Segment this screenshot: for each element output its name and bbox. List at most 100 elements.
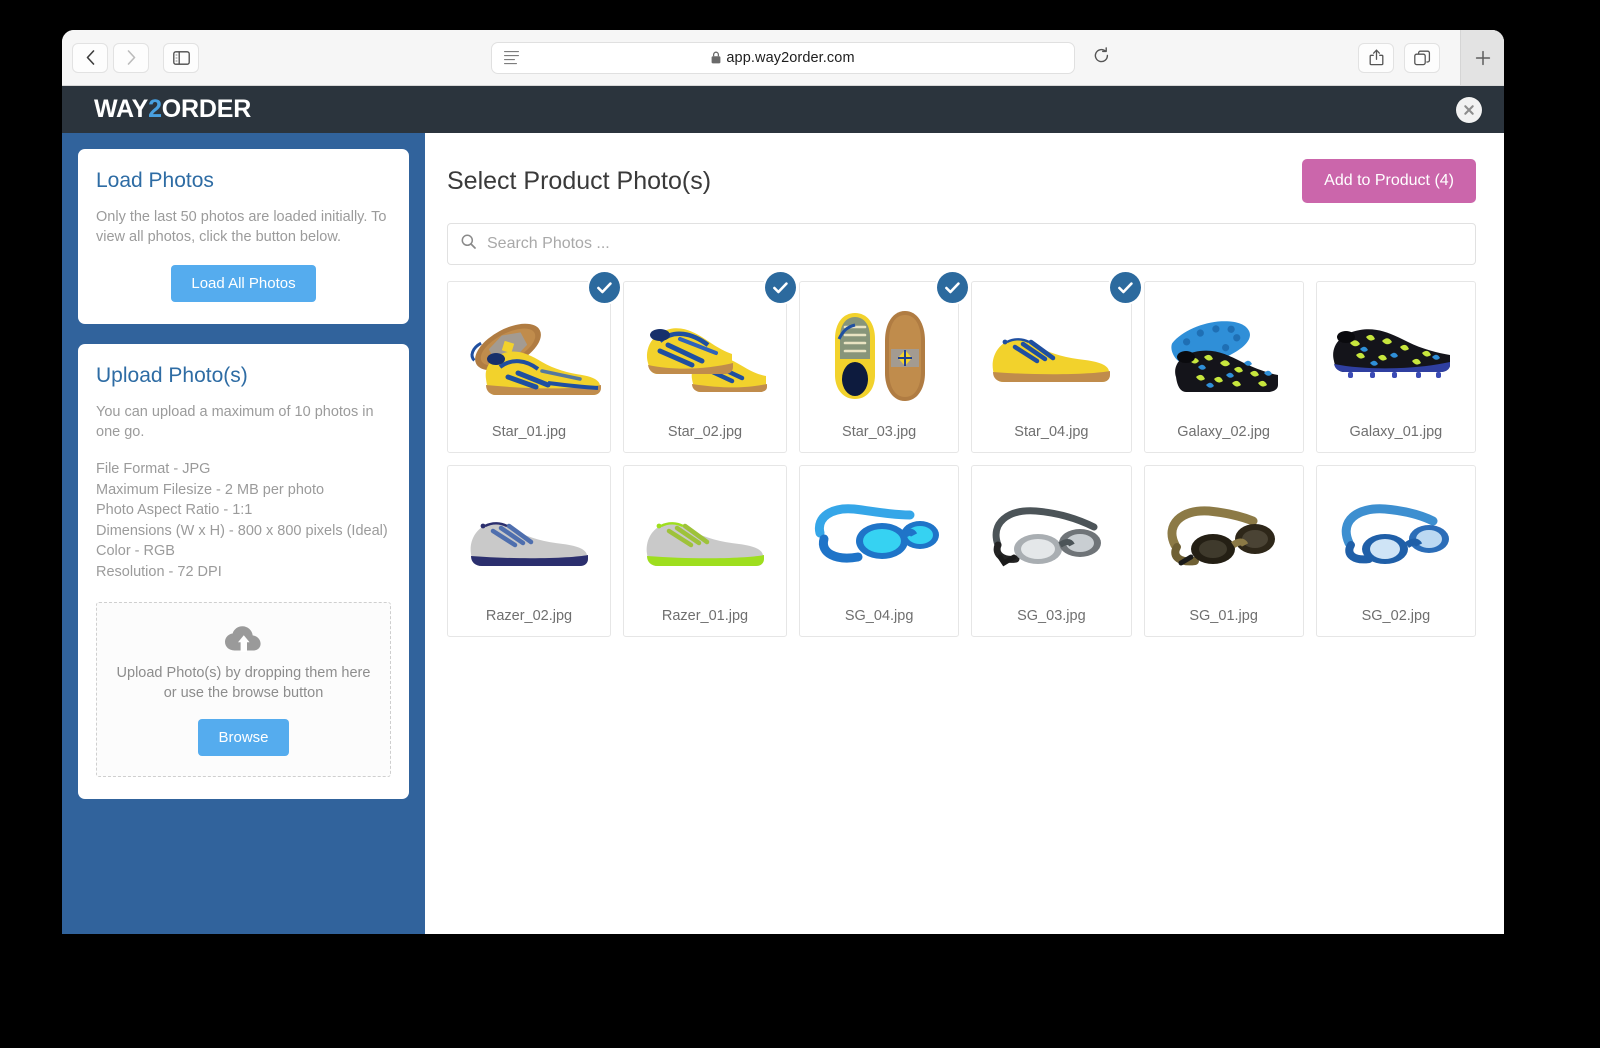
- photo-thumbnail: [800, 282, 958, 424]
- address-bar-wrapper: app.way2order.com: [491, 41, 1075, 74]
- upload-dropzone[interactable]: Upload Photo(s) by dropping them here or…: [96, 602, 391, 777]
- browser-window: app.way2order.com WAY2ORDER Load Photos …: [62, 30, 1504, 934]
- photo-selected-badge[interactable]: [765, 272, 796, 303]
- search-icon: [461, 234, 476, 254]
- photo-tile[interactable]: SG_04.jpg: [799, 465, 960, 637]
- tab-overview-icon: [1413, 50, 1430, 65]
- photo-tile[interactable]: SG_01.jpg: [1143, 465, 1304, 637]
- photo-thumbnail: [1145, 466, 1303, 608]
- toolbar-left-group: [62, 42, 199, 73]
- tab-overview-button[interactable]: [1404, 42, 1440, 73]
- photo-thumbnail: [1317, 282, 1475, 424]
- sidebar-toggle-button[interactable]: [163, 42, 199, 73]
- photo-thumbnail: [800, 466, 958, 608]
- photo-tile[interactable]: Razer_01.jpg: [623, 465, 787, 637]
- dropzone-text: Upload Photo(s) by dropping them here or…: [116, 665, 371, 701]
- page-title: Select Product Photo(s): [447, 166, 712, 195]
- share-icon: [1369, 49, 1383, 66]
- search-row: [447, 223, 1476, 265]
- goggles-artwork: [1341, 504, 1449, 564]
- spec-item: Resolution - 72 DPI: [96, 563, 222, 580]
- shoe-artwork: [646, 328, 767, 392]
- photo-tile[interactable]: SG_03.jpg: [971, 465, 1132, 637]
- photo-filename: Star_03.jpg: [842, 424, 917, 440]
- photo-filename: SG_03.jpg: [1017, 608, 1086, 624]
- logo-prefix: WAY: [94, 95, 149, 123]
- photo-filename: Star_04.jpg: [1014, 424, 1089, 440]
- reload-icon: [1094, 46, 1109, 62]
- upload-photos-title: Upload Photo(s): [96, 364, 248, 387]
- shoe-artwork: [470, 323, 601, 395]
- forward-button[interactable]: [113, 42, 149, 73]
- check-icon: [1117, 281, 1133, 293]
- photo-filename: SG_02.jpg: [1361, 608, 1431, 624]
- search-input[interactable]: [448, 224, 1475, 264]
- logo-suffix: ORDER: [161, 95, 252, 123]
- new-tab-button[interactable]: [1460, 30, 1504, 85]
- photo-filename: Razer_01.jpg: [661, 608, 749, 624]
- toolbar-right-group: [1358, 42, 1440, 73]
- app-body: Load Photos Only the last 50 photos are …: [62, 133, 1504, 934]
- reader-view-icon[interactable]: [504, 50, 519, 65]
- photo-tile[interactable]: Star_03.jpg: [799, 272, 969, 453]
- spec-item: File Format - JPG: [96, 461, 211, 477]
- shoe-artwork: [993, 338, 1111, 382]
- sidebar: Load Photos Only the last 50 photos are …: [62, 133, 425, 934]
- spec-item: Color - RGB: [96, 543, 175, 559]
- goggles-artwork: [1167, 506, 1275, 566]
- search-box[interactable]: [447, 223, 1476, 265]
- photo-thumbnail: [972, 282, 1130, 424]
- goggles-artwork: [993, 507, 1102, 567]
- photo-tile[interactable]: Galaxy_01.jpg: [1315, 281, 1476, 453]
- photo-filename: SG_01.jpg: [1189, 608, 1258, 624]
- main-header: Select Product Photo(s) Add to Product (…: [447, 153, 1476, 209]
- load-photos-card: Load Photos Only the last 50 photos are …: [78, 149, 409, 324]
- photo-tile[interactable]: Galaxy_02.jpg: [1143, 281, 1304, 453]
- spec-item: Maximum Filesize - 2 MB per photo: [96, 481, 325, 498]
- load-all-photos-button[interactable]: Load All Photos: [171, 265, 316, 302]
- photo-selected-badge[interactable]: [589, 272, 620, 303]
- check-icon: [945, 281, 960, 293]
- photo-tile[interactable]: Star_04.jpg: [971, 272, 1141, 453]
- shoe-artwork: [1171, 321, 1278, 392]
- load-photos-description: Only the last 50 photos are loaded initi…: [96, 209, 387, 245]
- logo-accent: 2: [148, 95, 162, 123]
- check-icon: [773, 281, 788, 293]
- check-icon: [597, 281, 612, 293]
- upload-photos-description: You can upload a maximum of 10 photos in…: [96, 404, 374, 440]
- share-button[interactable]: [1358, 42, 1394, 73]
- address-bar[interactable]: app.way2order.com: [491, 41, 1075, 74]
- photo-thumbnail: [972, 466, 1130, 608]
- photo-tile[interactable]: Star_01.jpg: [447, 272, 620, 453]
- add-to-product-button[interactable]: Add to Product (4): [1302, 159, 1476, 203]
- photo-filename: SG_04.jpg: [844, 608, 914, 624]
- photo-selected-badge[interactable]: [1109, 272, 1141, 303]
- photo-filename: Galaxy_01.jpg: [1349, 424, 1443, 440]
- sidebar-toggle-icon: [172, 50, 190, 65]
- photo-tile[interactable]: Razer_02.jpg: [447, 465, 611, 637]
- app-header: WAY2ORDER: [62, 86, 1504, 133]
- close-button[interactable]: [1456, 96, 1482, 123]
- cloud-upload-icon: [224, 626, 261, 652]
- chevron-left-icon: [86, 50, 94, 65]
- photo-thumbnail: [1317, 466, 1475, 608]
- upload-photos-card: Upload Photo(s) You can upload a maximum…: [78, 344, 409, 799]
- photo-thumbnail: [624, 282, 786, 424]
- browse-button[interactable]: Browse: [198, 719, 289, 756]
- shoe-artwork: [835, 311, 926, 401]
- shoe-artwork: [1333, 329, 1450, 378]
- back-button[interactable]: [72, 42, 108, 73]
- photo-selected-badge[interactable]: [937, 272, 969, 303]
- photo-tile[interactable]: SG_02.jpg: [1315, 465, 1476, 637]
- photo-thumbnail: [448, 466, 610, 608]
- url-display: app.way2order.com: [711, 49, 855, 66]
- chevron-right-icon: [127, 50, 135, 65]
- photo-filename: Razer_02.jpg: [485, 608, 573, 624]
- close-icon: [1464, 104, 1474, 115]
- magnifier-glyph: [461, 234, 476, 249]
- photo-tile[interactable]: Star_02.jpg: [623, 272, 796, 453]
- url-text: app.way2order.com: [726, 49, 855, 66]
- photo-thumbnail: [448, 282, 610, 424]
- reload-button[interactable]: [1093, 46, 1110, 69]
- upload-spec-list: File Format - JPG Maximum Filesize - 2 M…: [96, 459, 391, 582]
